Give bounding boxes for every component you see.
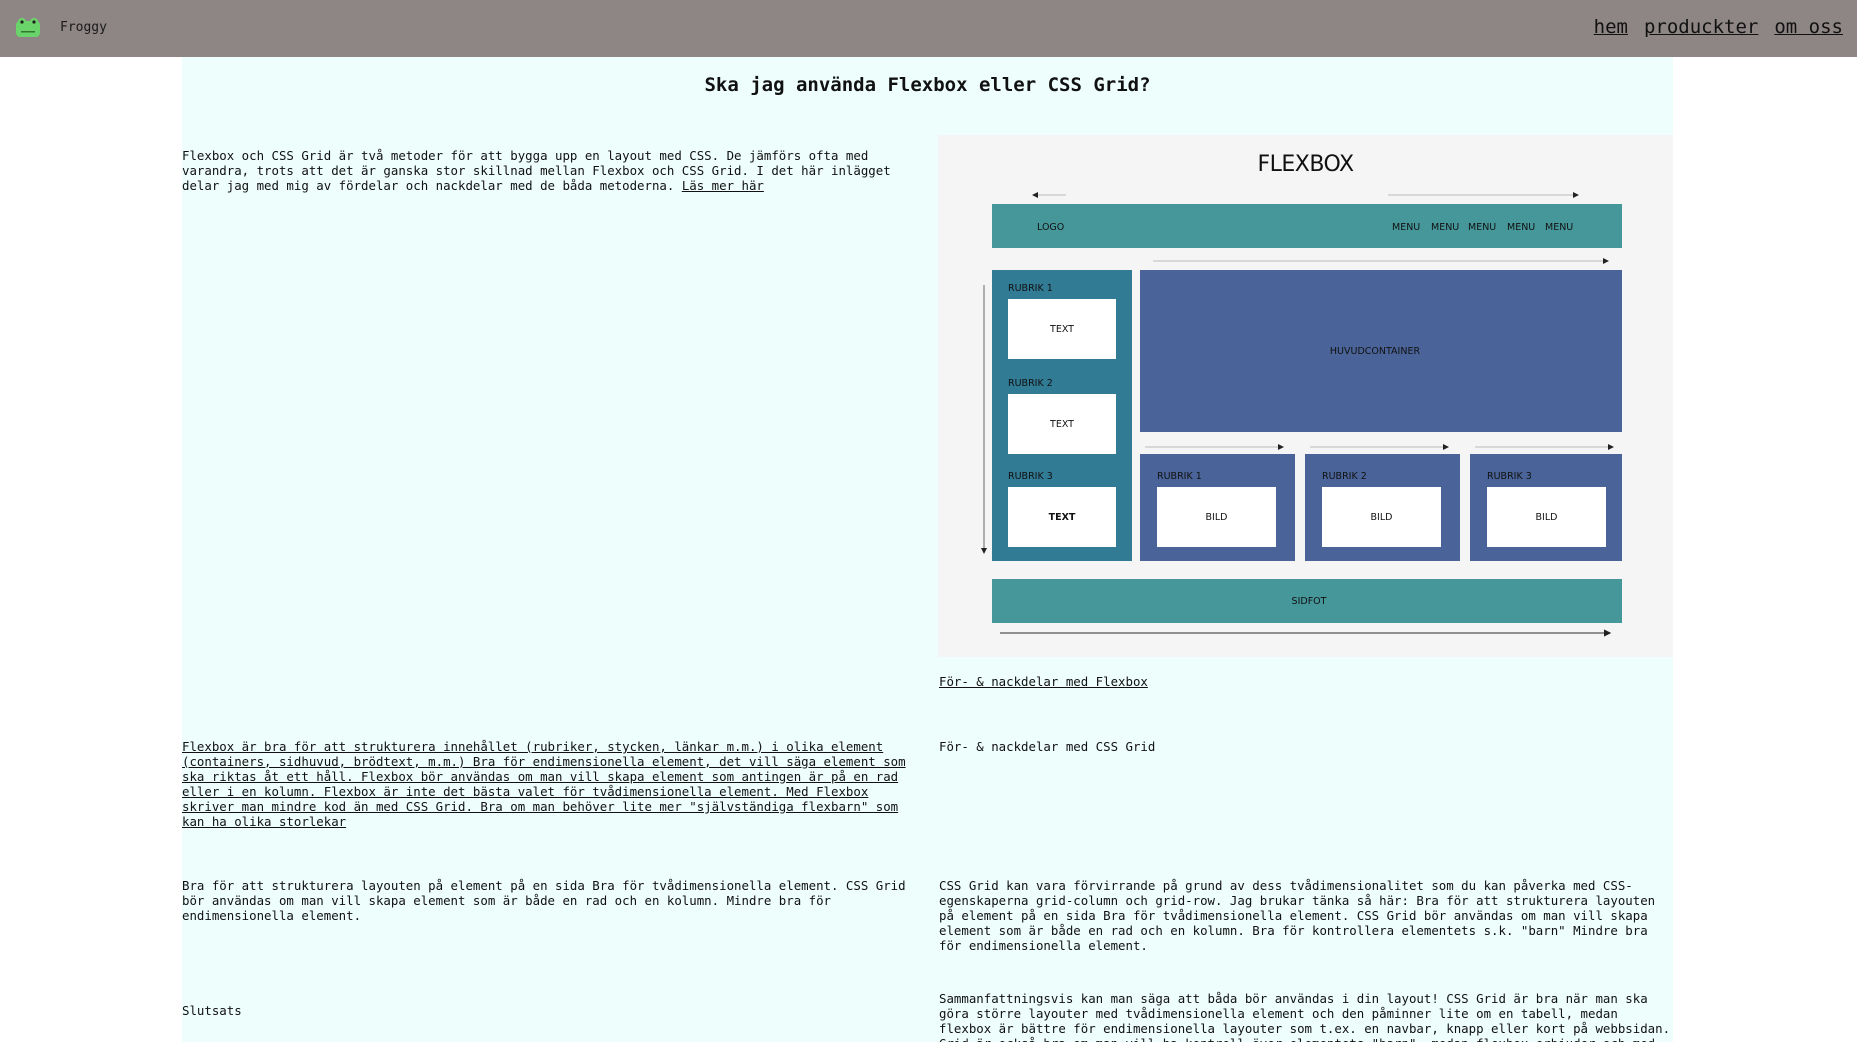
diagram-side-box: TEXT <box>1008 487 1116 547</box>
diagram-card-box: BILD <box>1487 487 1606 547</box>
diagram-card-heading: RUBRIK 3 <box>1487 471 1532 482</box>
diagram-menu-label: MENU <box>1507 222 1536 233</box>
diagram-side-heading: RUBRIK 1 <box>1008 283 1053 294</box>
diagram-card-box: BILD <box>1322 487 1441 547</box>
diagram-card-heading: RUBRIK 2 <box>1322 471 1367 482</box>
nav-link-produckter[interactable]: produckter <box>1644 16 1758 38</box>
main-nav: hem produckter om oss <box>1594 16 1843 38</box>
diagram-footer: SIDFOT <box>992 579 1622 623</box>
diagram-logo-label: LOGO <box>1037 222 1065 233</box>
diagram-menu-label: MENU <box>1431 222 1460 233</box>
flexbox-description-link[interactable]: Flexbox är bra för att strukturera inneh… <box>182 739 922 829</box>
diagram-side-box: TEXT <box>1008 394 1116 454</box>
nav-link-hem[interactable]: hem <box>1594 16 1628 38</box>
diagram-side-heading: RUBRIK 2 <box>1008 378 1053 389</box>
conclusion-heading: Slutsats <box>182 1003 242 1018</box>
diagram-menu-label: MENU <box>1392 222 1421 233</box>
main-content: Ska jag använda Flexbox eller CSS Grid? … <box>182 57 1673 1042</box>
diagram-side-box: TEXT <box>1008 299 1116 359</box>
diagram-card-heading: RUBRIK 1 <box>1157 471 1202 482</box>
diagram-main-container: HUVUDCONTAINER <box>1140 270 1622 432</box>
diagram-menu-label: MENU <box>1468 222 1497 233</box>
page-title: Ska jag använda Flexbox eller CSS Grid? <box>704 74 1151 96</box>
conclusion-paragraph: Sammanfattningsvis kan man säga att båda… <box>939 991 1671 1042</box>
brand-name: Froggy <box>60 20 107 35</box>
grid-summary-paragraph: Bra för att strukturera layouten på elem… <box>182 878 906 923</box>
frog-icon[interactable] <box>14 17 42 39</box>
diagram-card-box: BILD <box>1157 487 1276 547</box>
css-grid-pros-cons-heading: För- & nackdelar med CSS Grid <box>939 739 1156 754</box>
diagram-menu-label: MENU <box>1545 222 1574 233</box>
flexbox-diagram: FLEXBOX LOGO MENU MENU MENU MENU MENU RU <box>938 135 1673 657</box>
grid-detail-paragraph: CSS Grid kan vara förvirrande på grund a… <box>939 878 1656 953</box>
nav-link-om-oss[interactable]: om oss <box>1774 16 1843 38</box>
diagram-side-heading: RUBRIK 3 <box>1008 471 1053 482</box>
intro-text: Flexbox och CSS Grid är två metoder för … <box>182 148 891 193</box>
read-more-link[interactable]: Läs mer här <box>682 178 764 193</box>
intro-paragraph: Flexbox och CSS Grid är två metoder för … <box>182 148 922 193</box>
flexbox-pros-cons-link[interactable]: För- & nackdelar med Flexbox <box>939 674 1148 689</box>
top-navigation-bar: Froggy hem produckter om oss <box>0 0 1857 57</box>
